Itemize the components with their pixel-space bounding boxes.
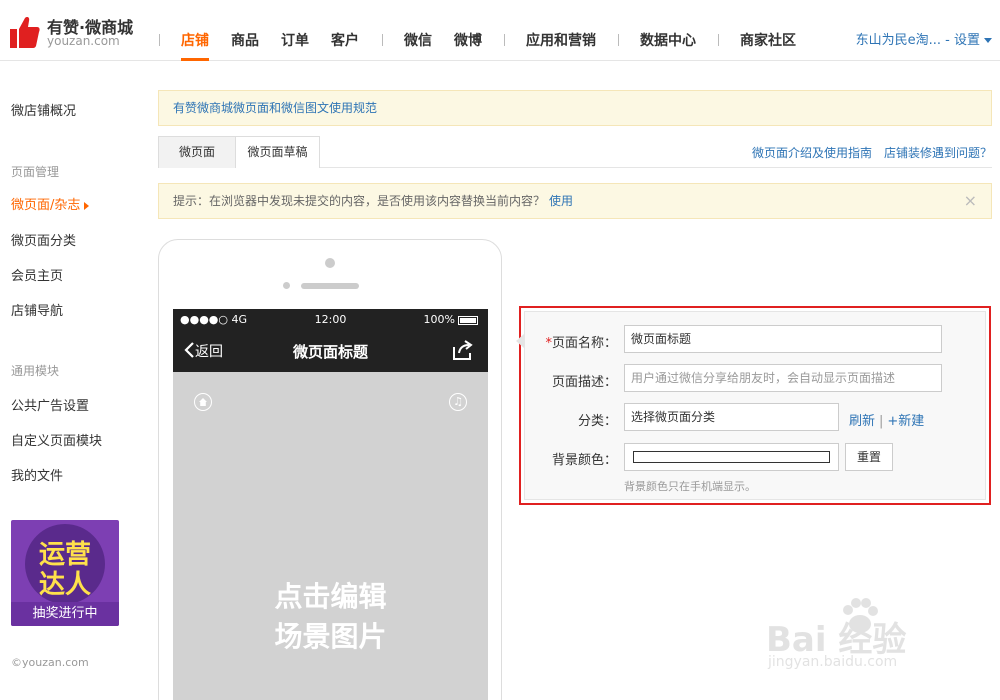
phone-preview: ●●●●○ 4G 12:00 100% 返回 微页面标题 ♫ 点击编辑 场景图片 <box>158 239 502 700</box>
close-icon[interactable]: × <box>964 184 977 218</box>
sidebar-item-micro-pages[interactable]: 微页面/杂志 <box>11 194 90 213</box>
problem-link[interactable]: 店铺装修遇到问题？ <box>884 146 992 160</box>
tab-drafts[interactable]: 微页面草稿 <box>235 136 320 168</box>
nav-item-store[interactable]: 店铺 <box>181 30 209 50</box>
page-desc-input[interactable]: 用户通过微信分享给朋友时，会自动显示页面描述 <box>624 364 942 392</box>
copyright: ©youzan.com <box>11 656 89 669</box>
draft-notice-text: 提示：在浏览器中发现未提交的内容，是否使用该内容替换当前内容？ <box>173 194 546 208</box>
sidebar-item-label: 微页面/杂志 <box>11 198 81 213</box>
promo-footer: 抽奖进行中 <box>11 602 119 626</box>
sidebar: 微店铺概况 页面管理 微页面/杂志 微页面分类 会员主页 店铺导航 通用模块 公… <box>0 62 150 700</box>
logo[interactable]: 有赞·微商城 youzan.com <box>10 14 150 50</box>
help-links: 微页面介绍及使用指南 店铺装修遇到问题？ <box>740 144 992 161</box>
nav-item-data-center[interactable]: 数据中心 <box>640 30 696 50</box>
phone-camera <box>325 258 335 268</box>
sidebar-item-public-ads[interactable]: 公共广告设置 <box>11 395 89 414</box>
nav-item-customers[interactable]: 客户 <box>331 30 359 50</box>
page-tabs: 微页面 微页面草稿 微页面介绍及使用指南 店铺装修遇到问题？ <box>158 136 992 168</box>
account-settings-menu[interactable]: 东山为民e淘... - 设置 <box>856 29 992 48</box>
home-icon[interactable] <box>194 393 212 411</box>
phone-screen[interactable]: ●●●●○ 4G 12:00 100% 返回 微页面标题 ♫ 点击编辑 场景图片 <box>173 309 488 700</box>
phone-status-bar: ●●●●○ 4G 12:00 100% <box>173 309 488 331</box>
page-settings-form: *页面名称： 微页面标题 页面描述： 用户通过微信分享给朋友时，会自动显示页面描… <box>516 311 986 500</box>
sidebar-group-page-management: 页面管理 <box>11 165 60 179</box>
hint-line-1: 点击编辑 <box>274 580 387 613</box>
bg-color-label: 背景颜色： <box>551 453 617 468</box>
tab-micro-pages[interactable]: 微页面 <box>158 136 236 168</box>
phone-speaker <box>301 283 359 289</box>
share-icon[interactable] <box>452 339 474 361</box>
music-icon[interactable]: ♫ <box>449 393 467 411</box>
nav-item-apps-marketing[interactable]: 应用和营销 <box>526 30 596 50</box>
sidebar-item-member-home[interactable]: 会员主页 <box>11 265 63 284</box>
usage-guidelines-notice[interactable]: 有赞微商城微页面和微信图文使用规范 <box>158 90 992 126</box>
edit-scene-image-hint[interactable]: 点击编辑 场景图片 <box>173 577 488 657</box>
nav-item-wechat[interactable]: 微信 <box>404 30 432 50</box>
nav-active-underline <box>181 58 209 61</box>
caret-down-icon <box>984 38 992 43</box>
guide-link[interactable]: 微页面介绍及使用指南 <box>752 146 872 160</box>
color-swatch <box>633 451 830 463</box>
category-label: 分类： <box>577 414 617 429</box>
battery-label: 100% <box>423 313 455 326</box>
active-arrow-icon <box>84 201 90 210</box>
baidu-jingyan-watermark: Bai 经验 jingyan.baidu.com <box>766 596 956 676</box>
sidebar-item-store-nav[interactable]: 店铺导航 <box>11 300 63 319</box>
promo-line-2: 达人 <box>38 570 91 600</box>
category-select[interactable]: 选择微页面分类 <box>624 403 839 431</box>
usage-guidelines-link[interactable]: 有赞微商城微页面和微信图文使用规范 <box>173 101 377 115</box>
page-settings-panel: *页面名称： 微页面标题 页面描述： 用户通过微信分享给朋友时，会自动显示页面描… <box>516 306 991 505</box>
nav-item-community[interactable]: 商家社区 <box>740 30 796 50</box>
sidebar-item-overview[interactable]: 微店铺概况 <box>11 100 76 119</box>
logo-subtitle: youzan.com <box>47 34 120 48</box>
nav-separator <box>618 34 619 46</box>
bg-color-help: 背景颜色只在手机端显示。 <box>624 480 756 493</box>
nav-item-orders[interactable]: 订单 <box>281 30 309 50</box>
bg-color-picker[interactable] <box>624 443 839 471</box>
phone-sensor <box>283 282 290 289</box>
nav-item-weibo[interactable]: 微博 <box>454 30 482 50</box>
panel-pointer <box>516 334 524 348</box>
promo-banner[interactable]: 运营 达人 抽奖进行中 <box>11 520 119 626</box>
reset-button[interactable]: 重置 <box>845 443 893 471</box>
battery-icon <box>458 315 478 325</box>
refresh-link[interactable]: 刷新 <box>849 414 875 429</box>
phone-title-bar: 返回 微页面标题 <box>173 331 488 372</box>
phone-page-title: 微页面标题 <box>292 343 368 361</box>
draft-restore-notice: 提示：在浏览器中发现未提交的内容，是否使用该内容替换当前内容？ 使用 × <box>158 183 992 219</box>
nav-separator <box>159 34 160 46</box>
hint-line-2: 场景图片 <box>274 620 387 653</box>
new-category-link[interactable]: +新建 <box>887 414 924 429</box>
sidebar-group-common-modules: 通用模块 <box>11 364 60 378</box>
nav-separator <box>718 34 719 46</box>
nav-item-products[interactable]: 商品 <box>231 30 259 50</box>
watermark-url: jingyan.baidu.com <box>768 654 898 670</box>
use-draft-link[interactable]: 使用 <box>549 194 573 208</box>
paw-icon <box>843 598 878 633</box>
page-name-input[interactable]: 微页面标题 <box>624 325 942 353</box>
thumbs-up-icon <box>10 17 40 48</box>
page-name-label: *页面名称： <box>545 336 617 351</box>
battery-indicator: 100% <box>424 313 478 326</box>
top-navbar: 有赞·微商城 youzan.com 店铺 商品 订单 客户 微信 微博 应用和营… <box>0 0 1000 61</box>
sidebar-item-page-categories[interactable]: 微页面分类 <box>11 230 76 249</box>
category-actions: 刷新 | +新建 <box>849 414 925 429</box>
sidebar-item-my-files[interactable]: 我的文件 <box>11 465 63 484</box>
account-settings-label: 东山为民e淘... - 设置 <box>855 33 980 48</box>
nav-separator <box>504 34 505 46</box>
sidebar-item-custom-modules[interactable]: 自定义页面模块 <box>11 430 102 449</box>
page-desc-label: 页面描述： <box>551 375 617 390</box>
nav-separator <box>382 34 383 46</box>
